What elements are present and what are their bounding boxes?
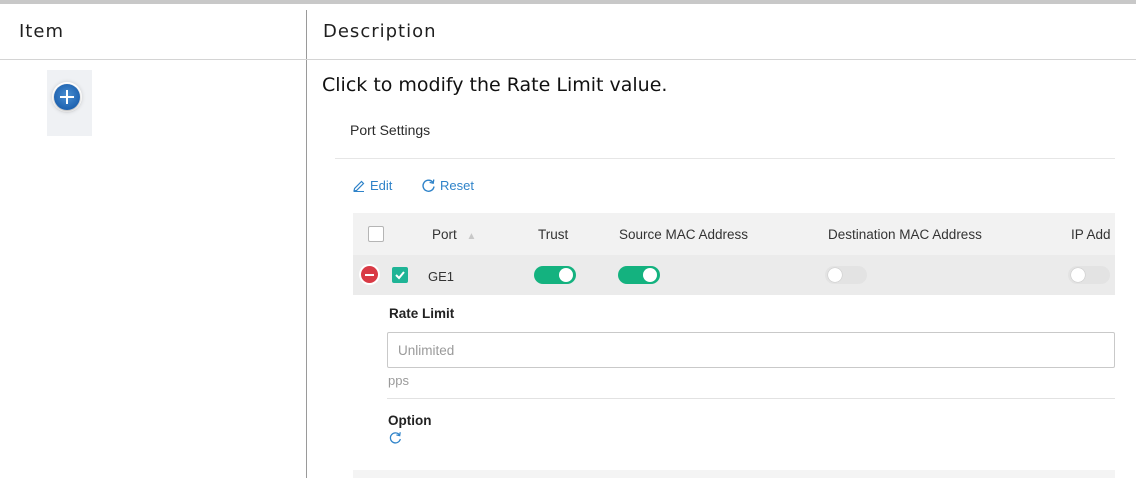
check-icon xyxy=(395,271,405,280)
column-destination-mac: Destination MAC Address xyxy=(828,227,982,242)
edit-pencil-icon xyxy=(353,180,365,192)
select-all-checkbox[interactable] xyxy=(368,226,384,242)
top-border xyxy=(0,0,1136,4)
source-mac-toggle[interactable] xyxy=(618,266,660,284)
option-divider xyxy=(387,398,1115,399)
sort-icon[interactable]: ▲ xyxy=(467,231,477,242)
rate-limit-unit: pps xyxy=(388,373,409,388)
header-divider xyxy=(0,59,1136,60)
edit-label: Edit xyxy=(370,178,393,193)
header-item: Item xyxy=(19,21,64,42)
rate-limit-label: Rate Limit xyxy=(389,306,455,321)
port-name: GE1 xyxy=(428,269,455,284)
header-description: Description xyxy=(323,21,437,42)
trust-toggle[interactable] xyxy=(534,266,576,284)
remove-circle-icon[interactable] xyxy=(361,266,378,283)
port-settings-screenshot: Port Settings Edit Reset Port ▲ Trust So… xyxy=(335,108,1115,478)
row-description: Click to modify the Rate Limit value. xyxy=(322,74,668,96)
column-port[interactable]: Port ▲ xyxy=(432,227,476,242)
refresh-icon[interactable] xyxy=(388,431,402,445)
column-ip-address: IP Add xyxy=(1071,227,1111,242)
column-trust: Trust xyxy=(538,227,569,242)
port-settings-title: Port Settings xyxy=(350,122,431,138)
reset-button[interactable]: Reset xyxy=(421,178,474,193)
edit-button[interactable]: Edit xyxy=(352,178,392,193)
reset-label: Reset xyxy=(440,178,474,193)
reset-icon xyxy=(422,179,435,192)
option-label: Option xyxy=(388,413,432,428)
rate-limit-input[interactable]: Unlimited xyxy=(387,332,1115,368)
column-source-mac: Source MAC Address xyxy=(619,227,749,242)
add-circle-icon xyxy=(54,84,80,110)
next-row-partial xyxy=(353,470,1115,478)
column-divider xyxy=(306,10,307,478)
ip-address-toggle[interactable] xyxy=(1068,266,1110,284)
table-row[interactable] xyxy=(353,255,1115,295)
title-divider xyxy=(335,158,1115,159)
row-checkbox[interactable] xyxy=(392,267,408,283)
destination-mac-toggle[interactable] xyxy=(825,266,867,284)
